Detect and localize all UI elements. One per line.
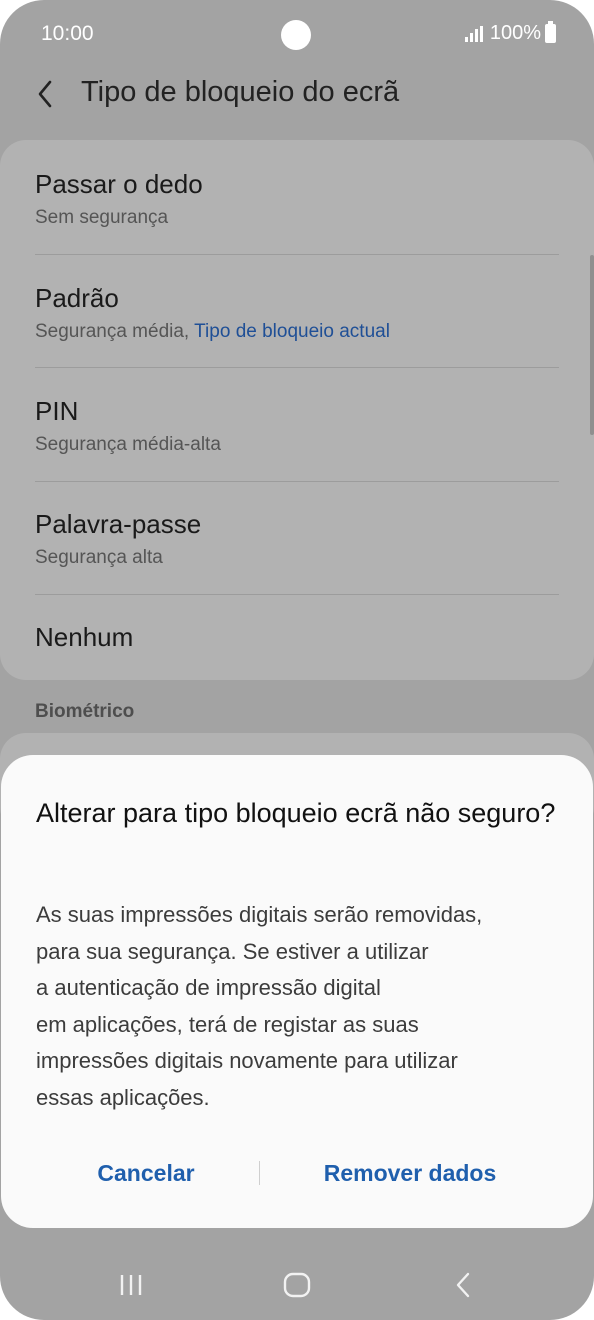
dialog-message-line: As suas impressões digitais serão removi…	[36, 902, 483, 927]
dialog-message-line: em aplicações, terá de registar as suas	[36, 1011, 419, 1037]
navigation-bar	[0, 1250, 594, 1320]
status-time: 10:00	[41, 22, 94, 45]
remove-data-button[interactable]: Remover dados	[263, 1143, 557, 1203]
signal-icon	[464, 25, 485, 42]
cancel-button[interactable]: Cancelar	[31, 1143, 261, 1203]
front-camera	[281, 20, 311, 50]
back-arrow-icon[interactable]	[30, 74, 60, 114]
option-swipe[interactable]: Passar o dedo Sem segurança	[0, 140, 594, 253]
option-subtitle-text: Segurança média,	[35, 321, 195, 342]
dialog-message-line: impressões digitais novamente para utili…	[36, 1048, 458, 1074]
status-bar: 10:00 100%	[0, 0, 594, 70]
current-lock-type-label: Tipo de bloqueio actual	[194, 321, 390, 342]
button-separator	[259, 1161, 260, 1185]
scrollbar	[590, 255, 594, 435]
battery-icon	[545, 21, 556, 43]
section-label-biometric: Biométrico	[35, 701, 135, 722]
dialog-message: As suas impressões digitais serão removi…	[36, 897, 566, 1117]
dialog-message-line: para sua segurança. Se estiver a utiliza…	[36, 938, 429, 964]
confirm-dialog: Alterar para tipo bloqueio ecrã não segu…	[1, 755, 593, 1228]
recent-apps-icon[interactable]	[101, 1260, 161, 1310]
option-title: Nenhum	[35, 622, 134, 652]
lock-type-list: Passar o dedo Sem segurança Padrão Segur…	[0, 140, 594, 680]
option-none[interactable]: Nenhum	[0, 594, 594, 680]
option-password[interactable]: Palavra-passe Segurança alta	[0, 481, 594, 594]
option-title: PIN	[35, 396, 79, 426]
page-title: Tipo de bloqueio do ecrã	[81, 76, 400, 108]
battery-percent: 100%	[489, 22, 541, 44]
option-subtitle: Segurança média, Tipo de bloqueio actual	[35, 321, 390, 343]
option-pattern[interactable]: Padrão Segurança média, Tipo de bloqueio…	[0, 254, 594, 367]
home-icon[interactable]	[267, 1260, 327, 1310]
dialog-message-line: essas aplicações.	[36, 1084, 210, 1110]
option-subtitle: Segurança média-alta	[35, 434, 221, 455]
dialog-title: Alterar para tipo bloqueio ecrã não segu…	[36, 798, 556, 828]
dialog-message-line: a autenticação de impressão digital	[36, 975, 381, 1001]
dialog-buttons: Cancelar Remover dados	[1, 1143, 593, 1203]
option-pin[interactable]: PIN Segurança média-alta	[0, 367, 594, 480]
status-indicators: 100%	[464, 21, 556, 45]
phone-screen: 10:00 100% Tipo de bloqueio do ecrã Pass…	[0, 0, 594, 1320]
option-subtitle: Segurança alta	[35, 547, 163, 568]
app-header: Tipo de bloqueio do ecrã	[0, 64, 594, 124]
back-icon[interactable]	[434, 1260, 494, 1310]
option-title: Padrão	[35, 283, 119, 313]
option-title: Palavra-passe	[35, 509, 202, 539]
option-subtitle: Sem segurança	[35, 207, 169, 228]
option-title: Passar o dedo	[35, 169, 203, 199]
